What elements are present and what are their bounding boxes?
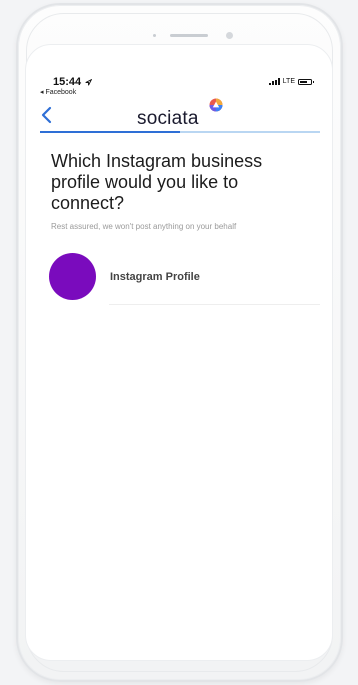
status-time-label: 15:44: [53, 76, 82, 88]
app-screen: 15:44 ◂ Facebook LTE sociata Which Insta…: [25, 44, 333, 661]
page-title: Which Instagram business profile would y…: [51, 151, 263, 213]
front-camera: [226, 32, 233, 39]
profile-name: Instagram Profile: [110, 271, 200, 283]
avatar: [49, 253, 96, 300]
status-back-to-app[interactable]: ◂ Facebook: [40, 88, 76, 96]
sensor-dot: [153, 34, 156, 37]
divider: [109, 304, 320, 305]
status-indicators: LTE: [268, 78, 314, 85]
sociata-logo-icon: [209, 98, 223, 112]
location-arrow-icon: [85, 78, 93, 86]
page-subtitle: Rest assured, we won't post anything on …: [51, 222, 237, 231]
onboarding-progress-bar: [40, 131, 320, 133]
network-type: LTE: [282, 78, 295, 85]
battery-icon: [298, 78, 314, 85]
signal-bars-icon: [268, 78, 280, 85]
brand-logo-text: sociata: [137, 108, 199, 129]
chevron-left-icon[interactable]: [38, 105, 56, 125]
status-time: 15:44: [53, 76, 93, 88]
earpiece-speaker: [170, 34, 208, 37]
progress-fill: [40, 131, 180, 133]
instagram-profile-option[interactable]: Instagram Profile: [49, 253, 320, 305]
